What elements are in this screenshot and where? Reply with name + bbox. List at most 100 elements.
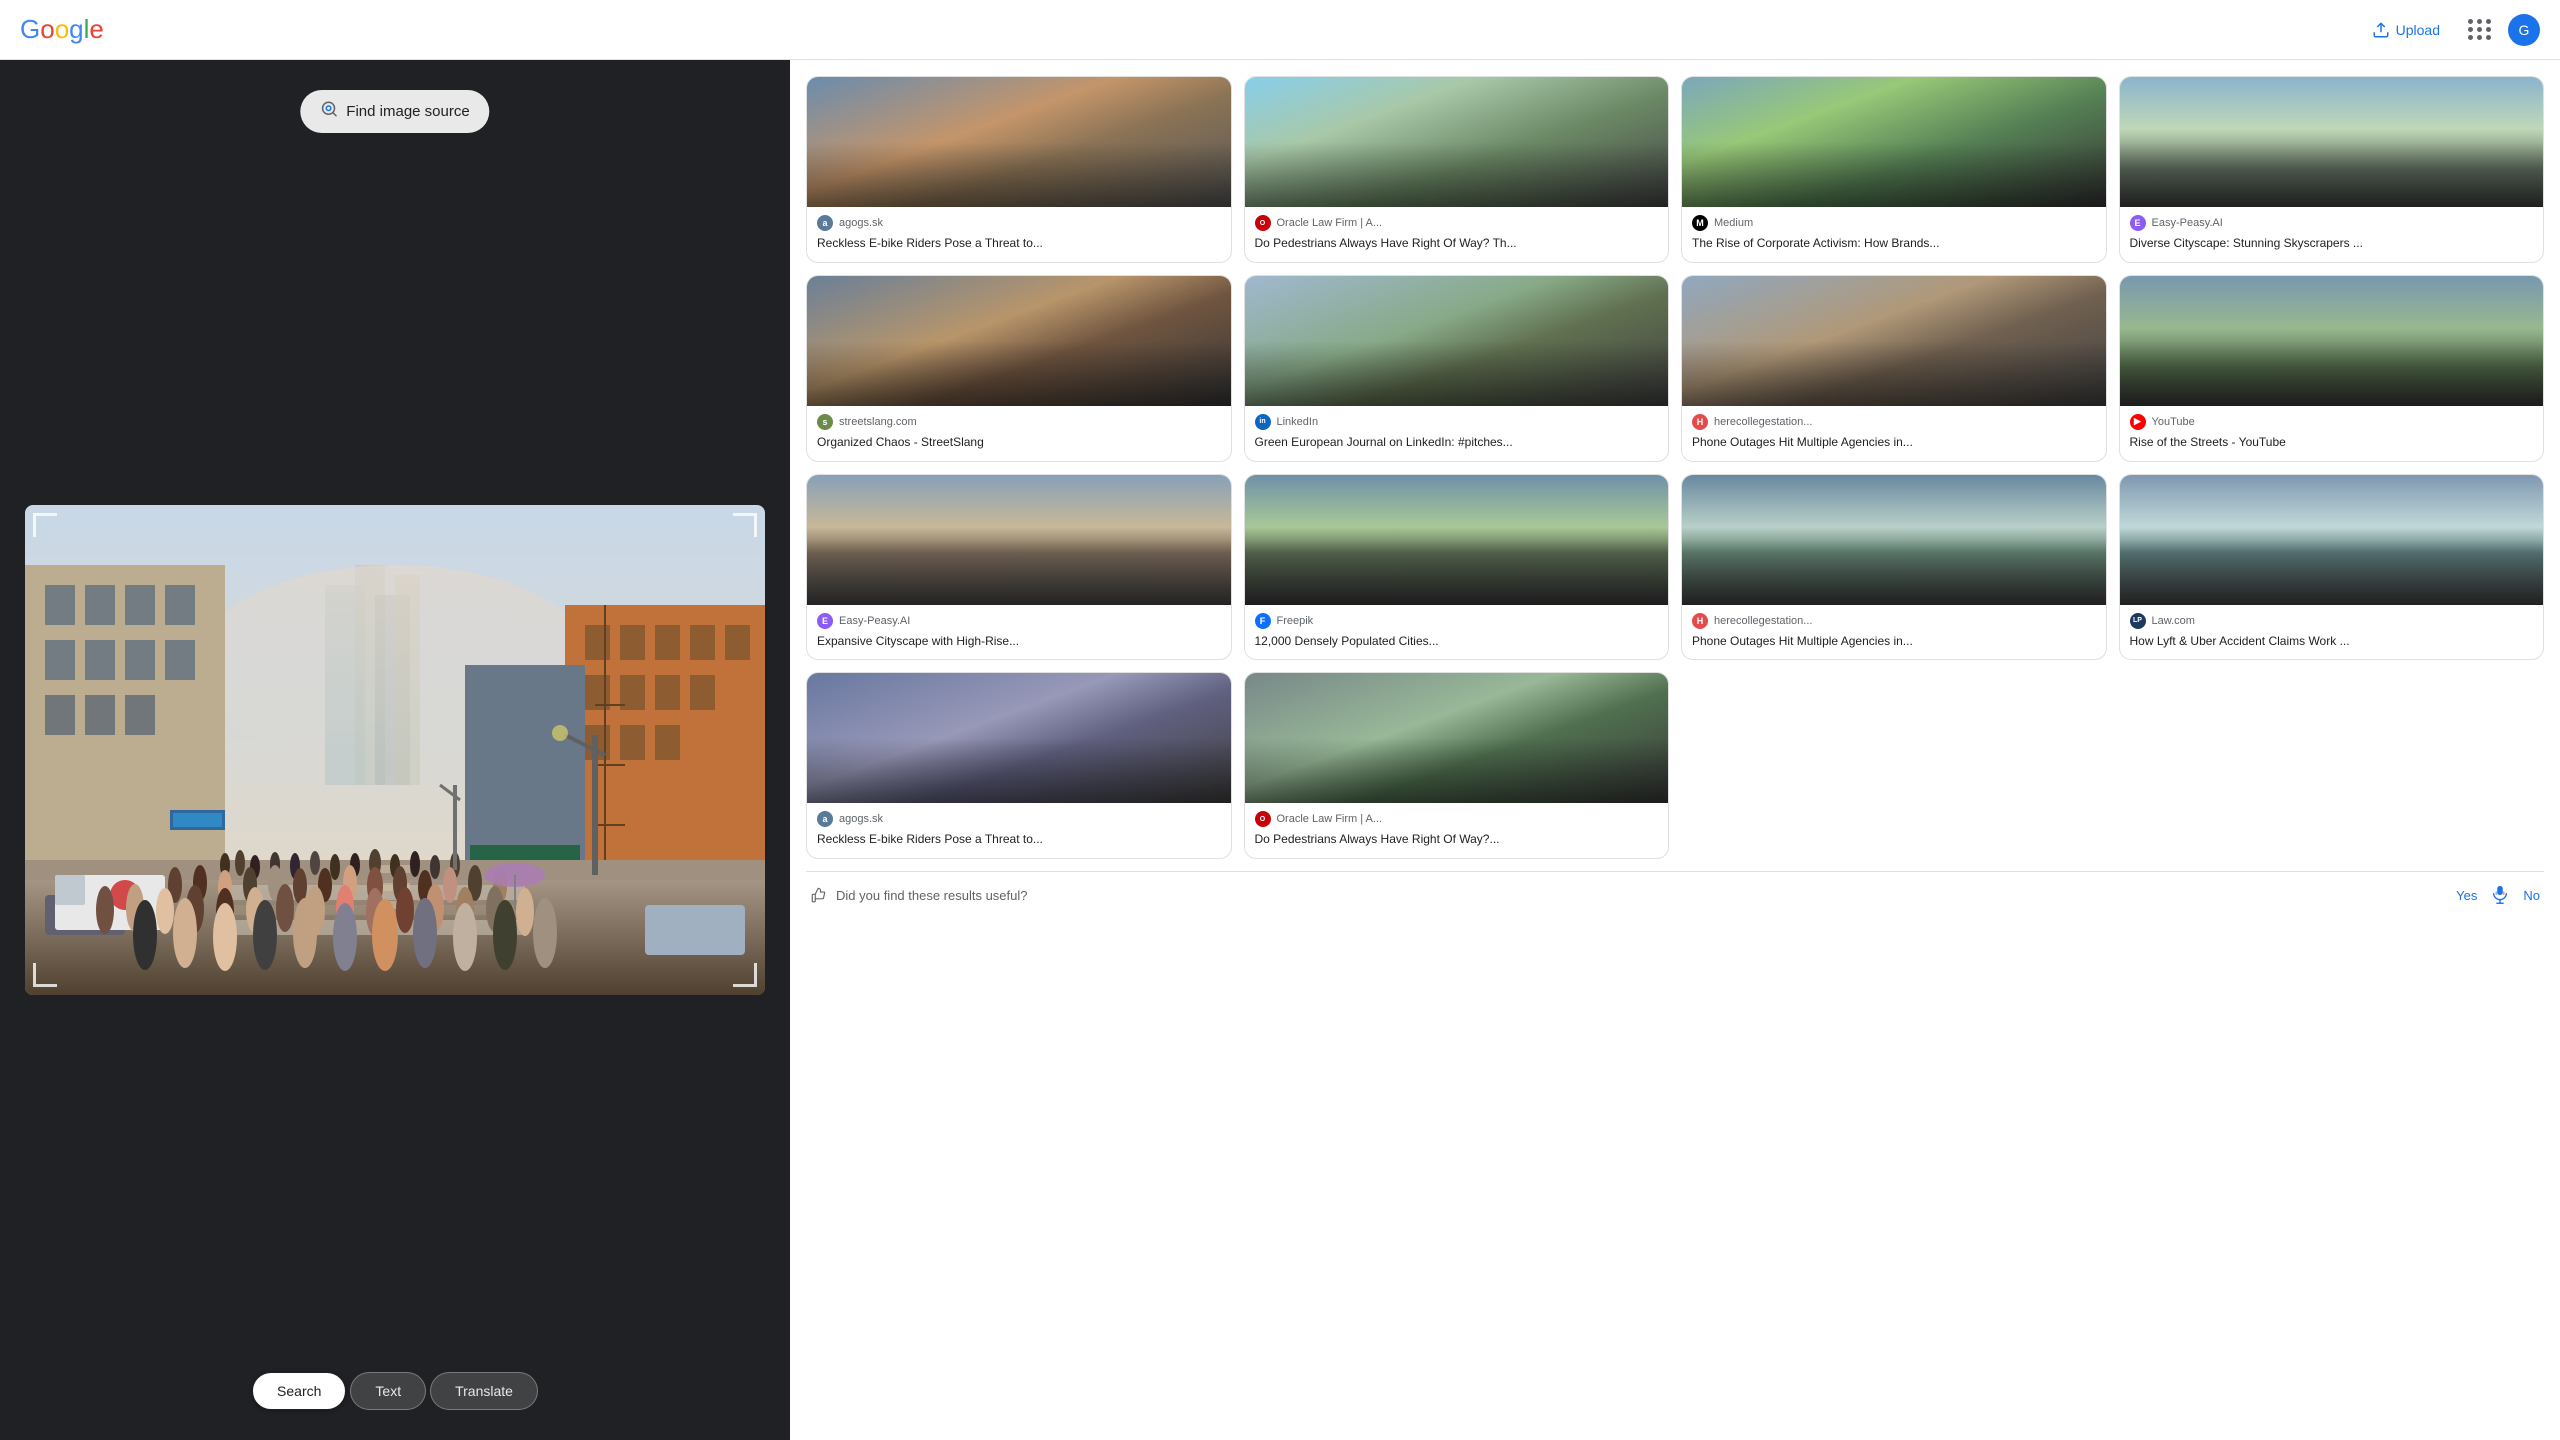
result-info-11: H herecollegestation... Phone Outages Hi…	[1682, 605, 2106, 660]
header-right: Upload G	[2360, 13, 2540, 47]
favicon-9: E	[817, 613, 833, 629]
favicon-7: H	[1692, 414, 1708, 430]
favicon-2: O	[1255, 215, 1271, 231]
result-info-13: a agogs.sk Reckless E-bike Riders Pose a…	[807, 803, 1231, 858]
source-name-5: streetslang.com	[839, 416, 917, 428]
result-thumb-1	[807, 77, 1231, 207]
result-card-8[interactable]: ▶ YouTube Rise of the Streets - YouTube	[2119, 275, 2545, 462]
result-thumb-5	[807, 276, 1231, 406]
source-row-2: O Oracle Law Firm | A...	[1255, 215, 1659, 231]
result-thumb-6	[1245, 276, 1669, 406]
favicon-12: LP	[2130, 613, 2146, 629]
feedback-bar: Did you find these results useful? Yes N…	[806, 871, 2544, 910]
favicon-11: H	[1692, 613, 1708, 629]
favicon-4: E	[2130, 215, 2146, 231]
google-lens-icon	[320, 100, 338, 118]
result-title-12: How Lyft & Uber Accident Claims Work ...	[2130, 633, 2534, 650]
feedback-left: Did you find these results useful?	[810, 886, 1028, 904]
source-row-13: a agogs.sk	[817, 811, 1221, 827]
apps-button[interactable]	[2468, 18, 2492, 42]
corner-bracket-br	[733, 963, 757, 987]
find-image-source-button[interactable]: Find image source	[300, 90, 489, 133]
logo-letter-e: e	[89, 14, 103, 45]
result-card-10[interactable]: F Freepik 12,000 Densely Populated Citie…	[1244, 474, 1670, 661]
source-row-12: LP Law.com	[2130, 613, 2534, 629]
corner-bracket-bl	[33, 963, 57, 987]
result-thumb-11	[1682, 475, 2106, 605]
source-row-9: E Easy-Peasy.AI	[817, 613, 1221, 629]
result-card-3[interactable]: M Medium The Rise of Corporate Activism:…	[1681, 76, 2107, 263]
upload-label: Upload	[2396, 22, 2440, 38]
result-title-1: Reckless E-bike Riders Pose a Threat to.…	[817, 235, 1221, 252]
text-tab[interactable]: Text	[350, 1372, 426, 1410]
source-name-7: herecollegestation...	[1714, 416, 1812, 428]
google-logo[interactable]: G o o g l e	[20, 14, 104, 45]
result-title-10: 12,000 Densely Populated Cities...	[1255, 633, 1659, 650]
result-info-4: E Easy-Peasy.AI Diverse Cityscape: Stunn…	[2120, 207, 2544, 262]
logo-letter-g: G	[20, 14, 40, 45]
result-title-9: Expansive Cityscape with High-Rise...	[817, 633, 1221, 650]
result-info-14: O Oracle Law Firm | A... Do Pedestrians …	[1245, 803, 1669, 858]
logo-letter-o1: o	[40, 14, 54, 45]
feedback-right: Yes No	[2456, 884, 2540, 906]
result-thumb-14	[1245, 673, 1669, 803]
result-thumb-4	[2120, 77, 2544, 207]
result-info-3: M Medium The Rise of Corporate Activism:…	[1682, 207, 2106, 262]
result-card-1[interactable]: a agogs.sk Reckless E-bike Riders Pose a…	[806, 76, 1232, 263]
source-row-6: in LinkedIn	[1255, 414, 1659, 430]
source-name-11: herecollegestation...	[1714, 615, 1812, 627]
user-avatar[interactable]: G	[2508, 14, 2540, 46]
result-title-6: Green European Journal on LinkedIn: #pit…	[1255, 434, 1659, 451]
result-thumb-12	[2120, 475, 2544, 605]
feedback-yes-button[interactable]: Yes	[2456, 888, 2477, 903]
result-info-8: ▶ YouTube Rise of the Streets - YouTube	[2120, 406, 2544, 461]
favicon-3: M	[1692, 215, 1708, 231]
result-card-4[interactable]: E Easy-Peasy.AI Diverse Cityscape: Stunn…	[2119, 76, 2545, 263]
result-thumb-10	[1245, 475, 1669, 605]
translate-tab[interactable]: Translate	[430, 1372, 538, 1410]
source-row-10: F Freepik	[1255, 613, 1659, 629]
source-name-12: Law.com	[2152, 615, 2195, 627]
result-card-2[interactable]: O Oracle Law Firm | A... Do Pedestrians …	[1244, 76, 1670, 263]
favicon-14: O	[1255, 811, 1271, 827]
header-left: G o o g l e	[20, 14, 104, 45]
source-row-1: a agogs.sk	[817, 215, 1221, 231]
find-image-label: Find image source	[346, 103, 469, 120]
upload-button[interactable]: Upload	[2360, 13, 2452, 47]
feedback-no-button[interactable]: No	[2523, 888, 2540, 903]
result-card-6[interactable]: in LinkedIn Green European Journal on Li…	[1244, 275, 1670, 462]
city-scene-svg	[25, 505, 765, 995]
result-thumb-13	[807, 673, 1231, 803]
result-title-7: Phone Outages Hit Multiple Agencies in..…	[1692, 434, 2096, 451]
result-card-13[interactable]: a agogs.sk Reckless E-bike Riders Pose a…	[806, 672, 1232, 859]
result-info-2: O Oracle Law Firm | A... Do Pedestrians …	[1245, 207, 1669, 262]
result-title-3: The Rise of Corporate Activism: How Bran…	[1692, 235, 2096, 252]
result-title-2: Do Pedestrians Always Have Right Of Way?…	[1255, 235, 1659, 252]
source-row-4: E Easy-Peasy.AI	[2130, 215, 2534, 231]
header: G o o g l e Upload G	[0, 0, 2560, 60]
result-card-14[interactable]: O Oracle Law Firm | A... Do Pedestrians …	[1244, 672, 1670, 859]
source-name-13: agogs.sk	[839, 813, 883, 825]
result-card-12[interactable]: LP Law.com How Lyft & Uber Accident Clai…	[2119, 474, 2545, 661]
result-info-6: in LinkedIn Green European Journal on Li…	[1245, 406, 1669, 461]
result-info-5: s streetslang.com Organized Chaos - Stre…	[807, 406, 1231, 461]
feedback-icon	[810, 886, 828, 904]
search-tab[interactable]: Search	[252, 1372, 346, 1410]
apps-dots-grid	[2468, 19, 2492, 40]
result-card-9[interactable]: E Easy-Peasy.AI Expansive Cityscape with…	[806, 474, 1232, 661]
bottom-tabs: Search Text Translate	[252, 1372, 538, 1410]
source-row-11: H herecollegestation...	[1692, 613, 2096, 629]
result-title-8: Rise of the Streets - YouTube	[2130, 434, 2534, 451]
result-thumb-3	[1682, 77, 2106, 207]
favicon-10: F	[1255, 613, 1271, 629]
source-name-2: Oracle Law Firm | A...	[1277, 217, 1383, 229]
source-row-3: M Medium	[1692, 215, 2096, 231]
result-title-4: Diverse Cityscape: Stunning Skyscrapers …	[2130, 235, 2534, 252]
result-card-11[interactable]: H herecollegestation... Phone Outages Hi…	[1681, 474, 2107, 661]
source-name-1: agogs.sk	[839, 217, 883, 229]
result-thumb-2	[1245, 77, 1669, 207]
result-card-5[interactable]: s streetslang.com Organized Chaos - Stre…	[806, 275, 1232, 462]
result-card-7[interactable]: H herecollegestation... Phone Outages Hi…	[1681, 275, 2107, 462]
result-thumb-9	[807, 475, 1231, 605]
favicon-5: s	[817, 414, 833, 430]
